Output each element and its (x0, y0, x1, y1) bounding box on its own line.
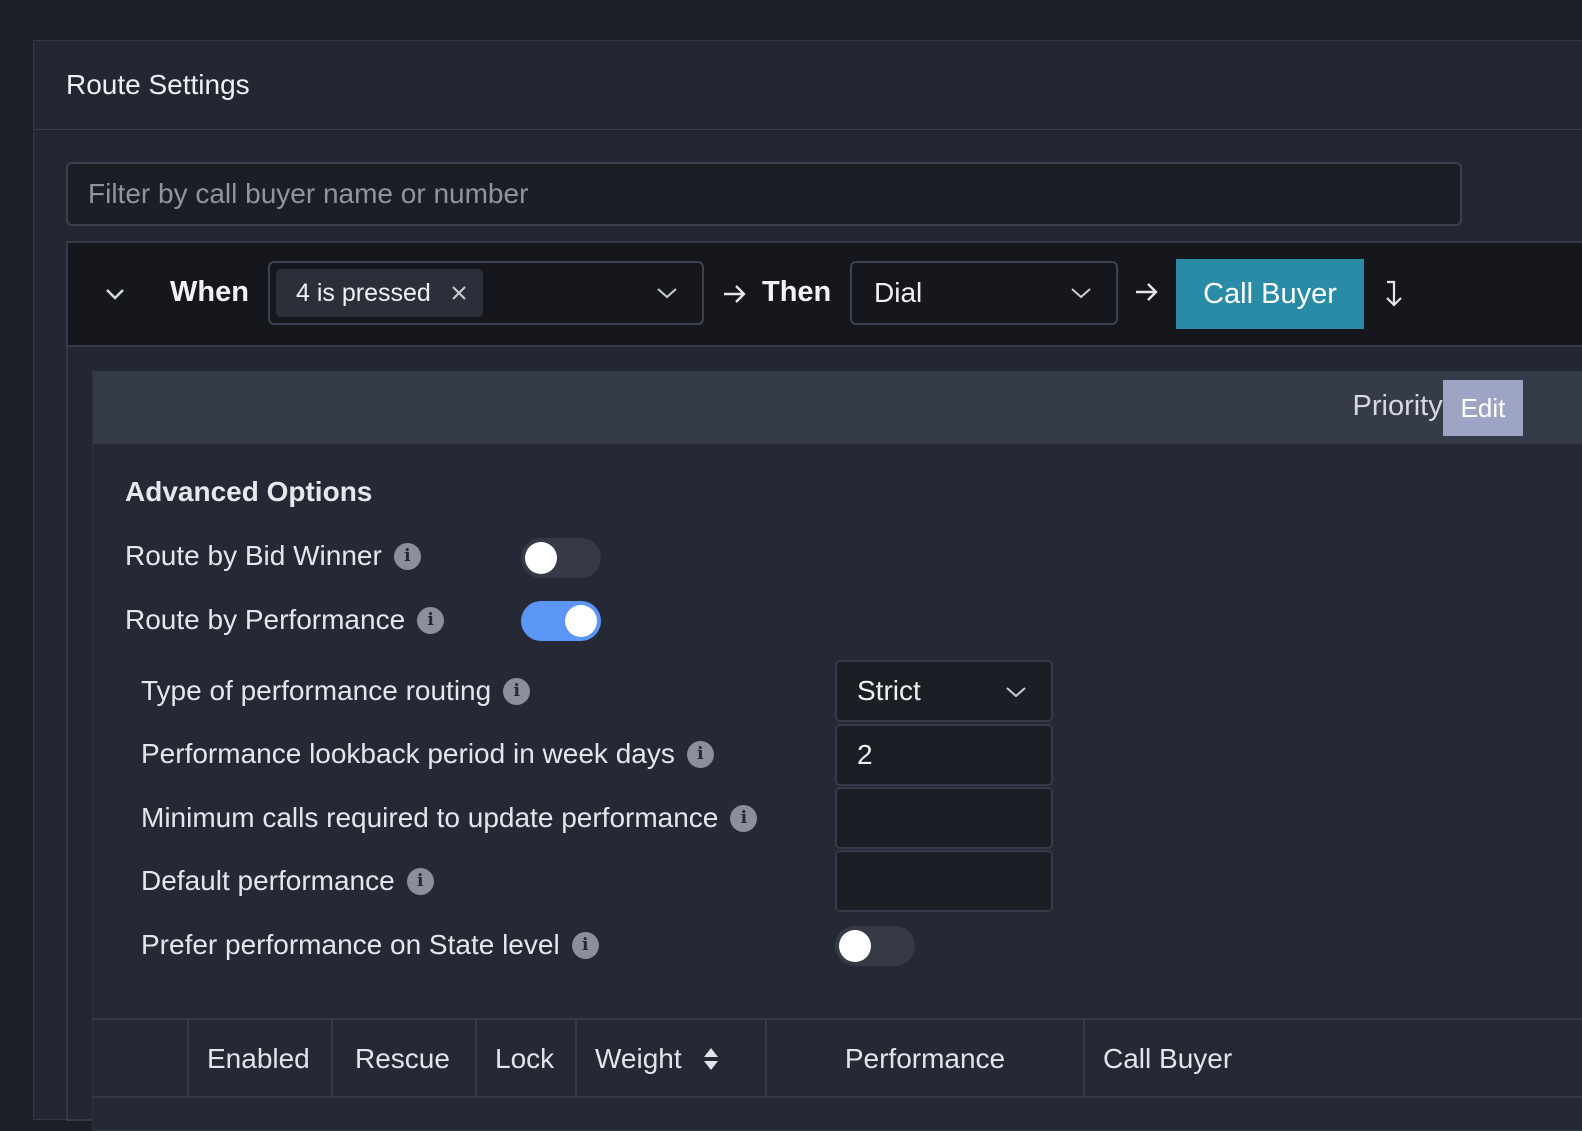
priority-label: Priority: (1352, 390, 1451, 422)
min-calls-label: Minimum calls required to update perform… (141, 802, 719, 833)
sort-icon[interactable] (702, 1046, 720, 1072)
default-performance-row: Default performance i (141, 865, 434, 897)
column-header-label: Rescue (355, 1043, 450, 1074)
when-select[interactable]: 4 is pressed (268, 261, 704, 325)
info-icon[interactable]: i (503, 677, 531, 705)
min-calls-row: Minimum calls required to update perform… (141, 802, 758, 834)
route-by-bid-winner-row: Route by Bid Winner i (125, 540, 421, 572)
rule-bar: When 4 is pressed Then Dial Call Buyer (68, 243, 1582, 347)
info-icon[interactable]: i (406, 867, 434, 895)
prefer-state-row: Prefer performance on State level i (141, 929, 599, 961)
routing-type-label: Type of performance routing (141, 675, 492, 706)
column-header-rescue: Rescue (331, 1020, 475, 1098)
route-by-bid-winner-toggle[interactable] (521, 538, 601, 578)
column-header-label: Call Buyer (1103, 1043, 1233, 1074)
route-rule: When 4 is pressed Then Dial Call Buyer P… (66, 241, 1582, 1131)
column-header-label: Enabled (207, 1043, 310, 1074)
lookback-row: Performance lookback period in week days… (141, 738, 714, 770)
min-calls-input[interactable] (835, 787, 1053, 849)
toggle-knob (839, 930, 871, 962)
column-header-label: Lock (495, 1043, 555, 1074)
route-options-card: Priority: 0 Edit Advanced Options Route … (92, 371, 1582, 1131)
arrow-down-return-icon[interactable] (1382, 279, 1404, 309)
call-buyer-button[interactable]: Call Buyer (1176, 259, 1364, 329)
column-header-lock: Lock (475, 1020, 575, 1098)
arrow-right-icon (1136, 283, 1158, 301)
when-chip: 4 is pressed (276, 269, 483, 317)
column-header-performance: Performance (765, 1020, 1083, 1098)
lookback-input[interactable]: 2 (835, 724, 1053, 786)
routing-type-row: Type of performance routing i (141, 675, 531, 707)
then-label: Then (762, 276, 832, 308)
column-header-label: Performance (844, 1043, 1006, 1074)
lookback-value: 2 (857, 739, 873, 770)
collapse-chevron-icon[interactable] (104, 283, 126, 305)
lookback-label: Performance lookback period in week days (141, 738, 675, 769)
then-select-value: Dial (874, 277, 923, 308)
column-header-label: Weight (595, 1043, 682, 1074)
when-label: When (170, 276, 249, 308)
route-by-performance-label: Route by Performance (125, 604, 406, 635)
filter-input[interactable] (66, 162, 1462, 226)
call-buyer-table-header: Enabled Rescue Lock Weight Performance C… (93, 1018, 1582, 1098)
default-performance-label: Default performance (141, 865, 395, 896)
route-by-performance-toggle[interactable] (521, 601, 601, 641)
toggle-knob (525, 542, 557, 574)
chevron-down-icon (1071, 288, 1091, 299)
route-by-bid-winner-label: Route by Bid Winner (125, 540, 382, 571)
info-icon[interactable]: i (686, 740, 714, 768)
arrow-right-icon (724, 285, 746, 303)
prefer-state-toggle[interactable] (835, 926, 915, 966)
then-select[interactable]: Dial (850, 261, 1118, 325)
routing-type-value: Strict (857, 675, 921, 706)
info-icon[interactable]: i (571, 931, 599, 959)
info-icon[interactable]: i (393, 542, 421, 570)
chevron-down-icon (657, 288, 677, 299)
edit-priority-button[interactable]: Edit (1443, 380, 1523, 436)
card-header: Priority: 0 Edit (93, 372, 1582, 444)
remove-chip-icon[interactable] (451, 285, 467, 301)
routing-type-select[interactable]: Strict (835, 660, 1053, 722)
default-performance-input[interactable] (835, 850, 1053, 912)
when-chip-label: 4 is pressed (296, 278, 431, 307)
toggle-knob (565, 605, 597, 637)
panel-header: Route Settings (34, 41, 1582, 130)
chevron-down-icon (1006, 687, 1026, 698)
info-icon[interactable]: i (730, 804, 758, 832)
column-header-call-buyer: Call Buyer (1083, 1020, 1582, 1098)
column-header-weight[interactable]: Weight (575, 1020, 765, 1098)
info-icon[interactable]: i (417, 606, 445, 634)
panel-title: Route Settings (66, 69, 250, 100)
route-settings-panel: Route Settings When 4 is pressed (33, 40, 1582, 1131)
advanced-options-title: Advanced Options (125, 476, 373, 507)
column-header-enabled: Enabled (187, 1020, 331, 1098)
prefer-state-label: Prefer performance on State level (141, 929, 560, 960)
route-by-performance-row: Route by Performance i (125, 604, 445, 636)
